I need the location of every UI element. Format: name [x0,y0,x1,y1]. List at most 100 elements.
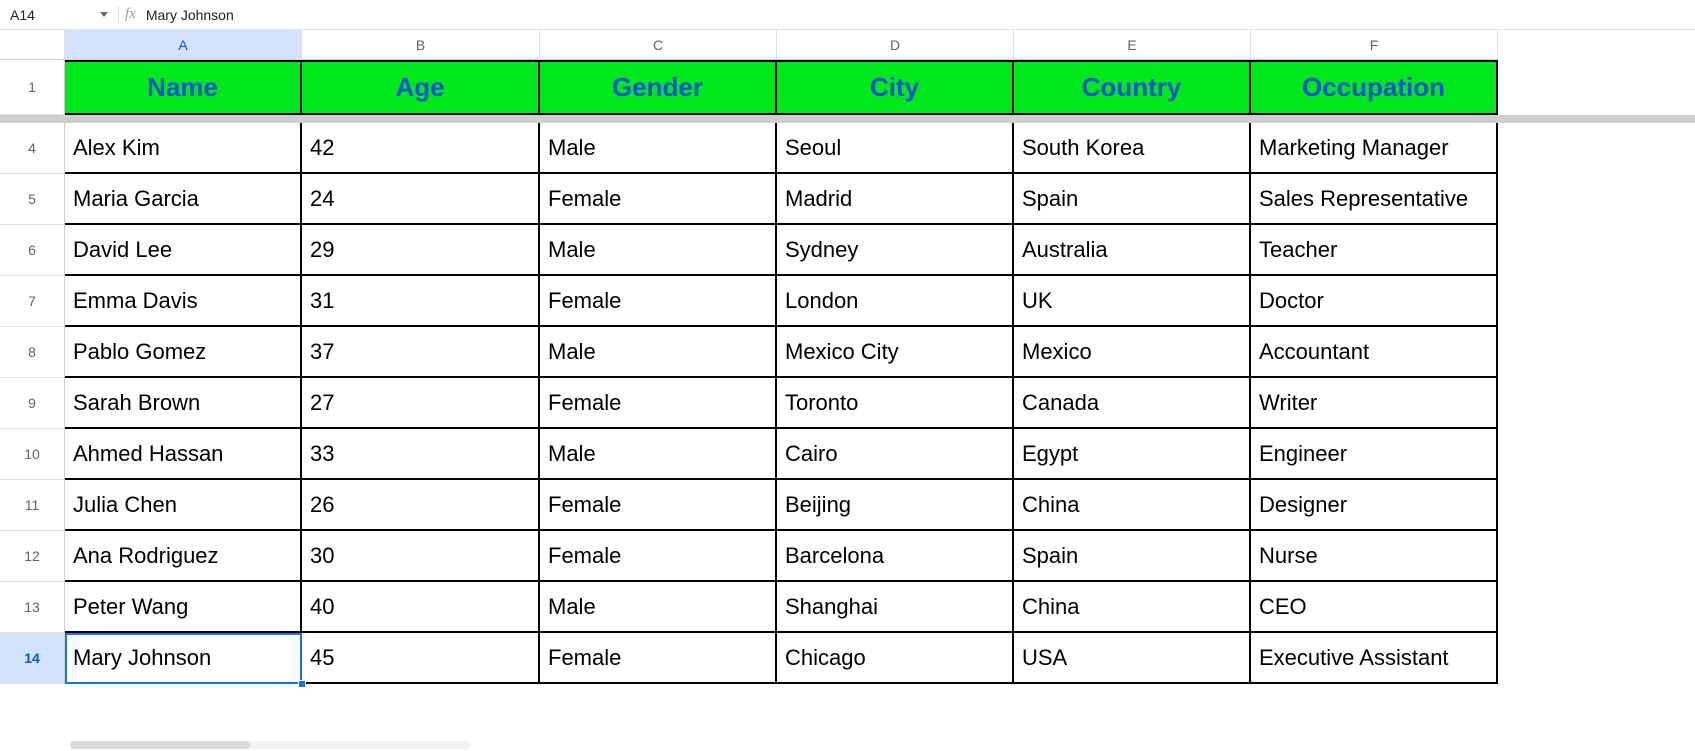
cell[interactable]: Emma Davis [65,276,302,327]
cell[interactable]: Writer [1251,378,1498,429]
row-header[interactable]: 7 [0,276,65,327]
cell[interactable]: Cairo [777,429,1014,480]
cell[interactable]: Toronto [777,378,1014,429]
cell[interactable]: Male [540,225,777,276]
row-header[interactable]: 5 [0,174,65,225]
header-cell[interactable]: Gender [540,60,777,115]
cell[interactable]: 27 [302,378,540,429]
cell[interactable]: Spain [1014,531,1251,582]
cell[interactable]: Ahmed Hassan [65,429,302,480]
cell[interactable]: Male [540,582,777,633]
cell[interactable]: Beijing [777,480,1014,531]
cell[interactable]: Male [540,123,777,174]
cell[interactable]: 45 [302,633,540,684]
cell[interactable]: Female [540,633,777,684]
cell[interactable]: Ana Rodriguez [65,531,302,582]
cell[interactable]: Chicago [777,633,1014,684]
cell[interactable]: Female [540,378,777,429]
cell[interactable]: 30 [302,531,540,582]
table-row: 9 Sarah Brown 27 Female Toronto Canada W… [0,378,1695,429]
row-header[interactable]: 4 [0,123,65,174]
row-header[interactable]: 10 [0,429,65,480]
col-header-D[interactable]: D [777,30,1014,60]
cell[interactable]: Male [540,327,777,378]
cell[interactable]: Sales Representative [1251,174,1498,225]
cell[interactable]: Female [540,276,777,327]
cell[interactable]: Julia Chen [65,480,302,531]
row-header[interactable]: 8 [0,327,65,378]
col-header-C[interactable]: C [540,30,777,60]
cell[interactable]: David Lee [65,225,302,276]
col-header-A[interactable]: A [65,30,302,60]
cell[interactable]: Peter Wang [65,582,302,633]
cell[interactable]: CEO [1251,582,1498,633]
table-row: 7 Emma Davis 31 Female London UK Doctor [0,276,1695,327]
cell[interactable]: Teacher [1251,225,1498,276]
cell[interactable]: Nurse [1251,531,1498,582]
cell[interactable]: Accountant [1251,327,1498,378]
cell[interactable]: Female [540,174,777,225]
header-cell[interactable]: Country [1014,60,1251,115]
cell[interactable]: UK [1014,276,1251,327]
cell[interactable]: London [777,276,1014,327]
cell[interactable]: Alex Kim [65,123,302,174]
cell[interactable]: 33 [302,429,540,480]
header-cell[interactable]: City [777,60,1014,115]
cell[interactable]: Engineer [1251,429,1498,480]
cell-selected[interactable]: Mary Johnson [65,633,302,684]
cell[interactable]: Mexico City [777,327,1014,378]
name-box-dropdown[interactable] [96,12,112,17]
col-header-B[interactable]: B [302,30,540,60]
cell[interactable]: Egypt [1014,429,1251,480]
cell[interactable]: Sarah Brown [65,378,302,429]
cell[interactable]: Maria Garcia [65,174,302,225]
header-cell[interactable]: Name [65,60,302,115]
cell[interactable]: Canada [1014,378,1251,429]
cell[interactable]: 24 [302,174,540,225]
cell[interactable]: South Korea [1014,123,1251,174]
cell[interactable]: Sydney [777,225,1014,276]
cell[interactable]: Designer [1251,480,1498,531]
cell[interactable]: 37 [302,327,540,378]
cell[interactable]: Seoul [777,123,1014,174]
horizontal-scrollbar[interactable] [70,739,470,751]
row-header[interactable]: 11 [0,480,65,531]
cell[interactable]: Female [540,480,777,531]
cell[interactable]: Male [540,429,777,480]
row-header[interactable]: 13 [0,582,65,633]
cell[interactable]: Mexico [1014,327,1251,378]
cell[interactable]: Madrid [777,174,1014,225]
cell[interactable]: Doctor [1251,276,1498,327]
col-header-F[interactable]: F [1251,30,1498,60]
row-header[interactable]: 6 [0,225,65,276]
cell[interactable]: China [1014,480,1251,531]
cell[interactable]: USA [1014,633,1251,684]
formula-input[interactable]: Mary Johnson [146,7,1689,23]
row-header[interactable]: 9 [0,378,65,429]
col-header-E[interactable]: E [1014,30,1251,60]
select-all-corner[interactable] [0,30,65,60]
cell[interactable]: Australia [1014,225,1251,276]
cell[interactable]: Barcelona [777,531,1014,582]
cell[interactable]: Marketing Manager [1251,123,1498,174]
row-header-1[interactable]: 1 [0,60,65,115]
cell[interactable]: 42 [302,123,540,174]
cell[interactable]: Spain [1014,174,1251,225]
header-cell[interactable]: Occupation [1251,60,1498,115]
cell[interactable]: 31 [302,276,540,327]
hidden-rows-indicator[interactable] [0,115,1695,123]
header-cell[interactable]: Age [302,60,540,115]
cell[interactable]: Shanghai [777,582,1014,633]
fx-icon[interactable]: fx [125,6,136,23]
name-box[interactable]: A14 [6,5,96,25]
cell[interactable]: China [1014,582,1251,633]
cell[interactable]: Female [540,531,777,582]
row-header[interactable]: 14 [0,633,65,684]
cell[interactable]: Executive Assistant [1251,633,1498,684]
cell[interactable]: 29 [302,225,540,276]
row-header[interactable]: 12 [0,531,65,582]
cell[interactable]: 26 [302,480,540,531]
cell[interactable]: 40 [302,582,540,633]
cell[interactable]: Pablo Gomez [65,327,302,378]
scroll-thumb[interactable] [70,741,250,749]
